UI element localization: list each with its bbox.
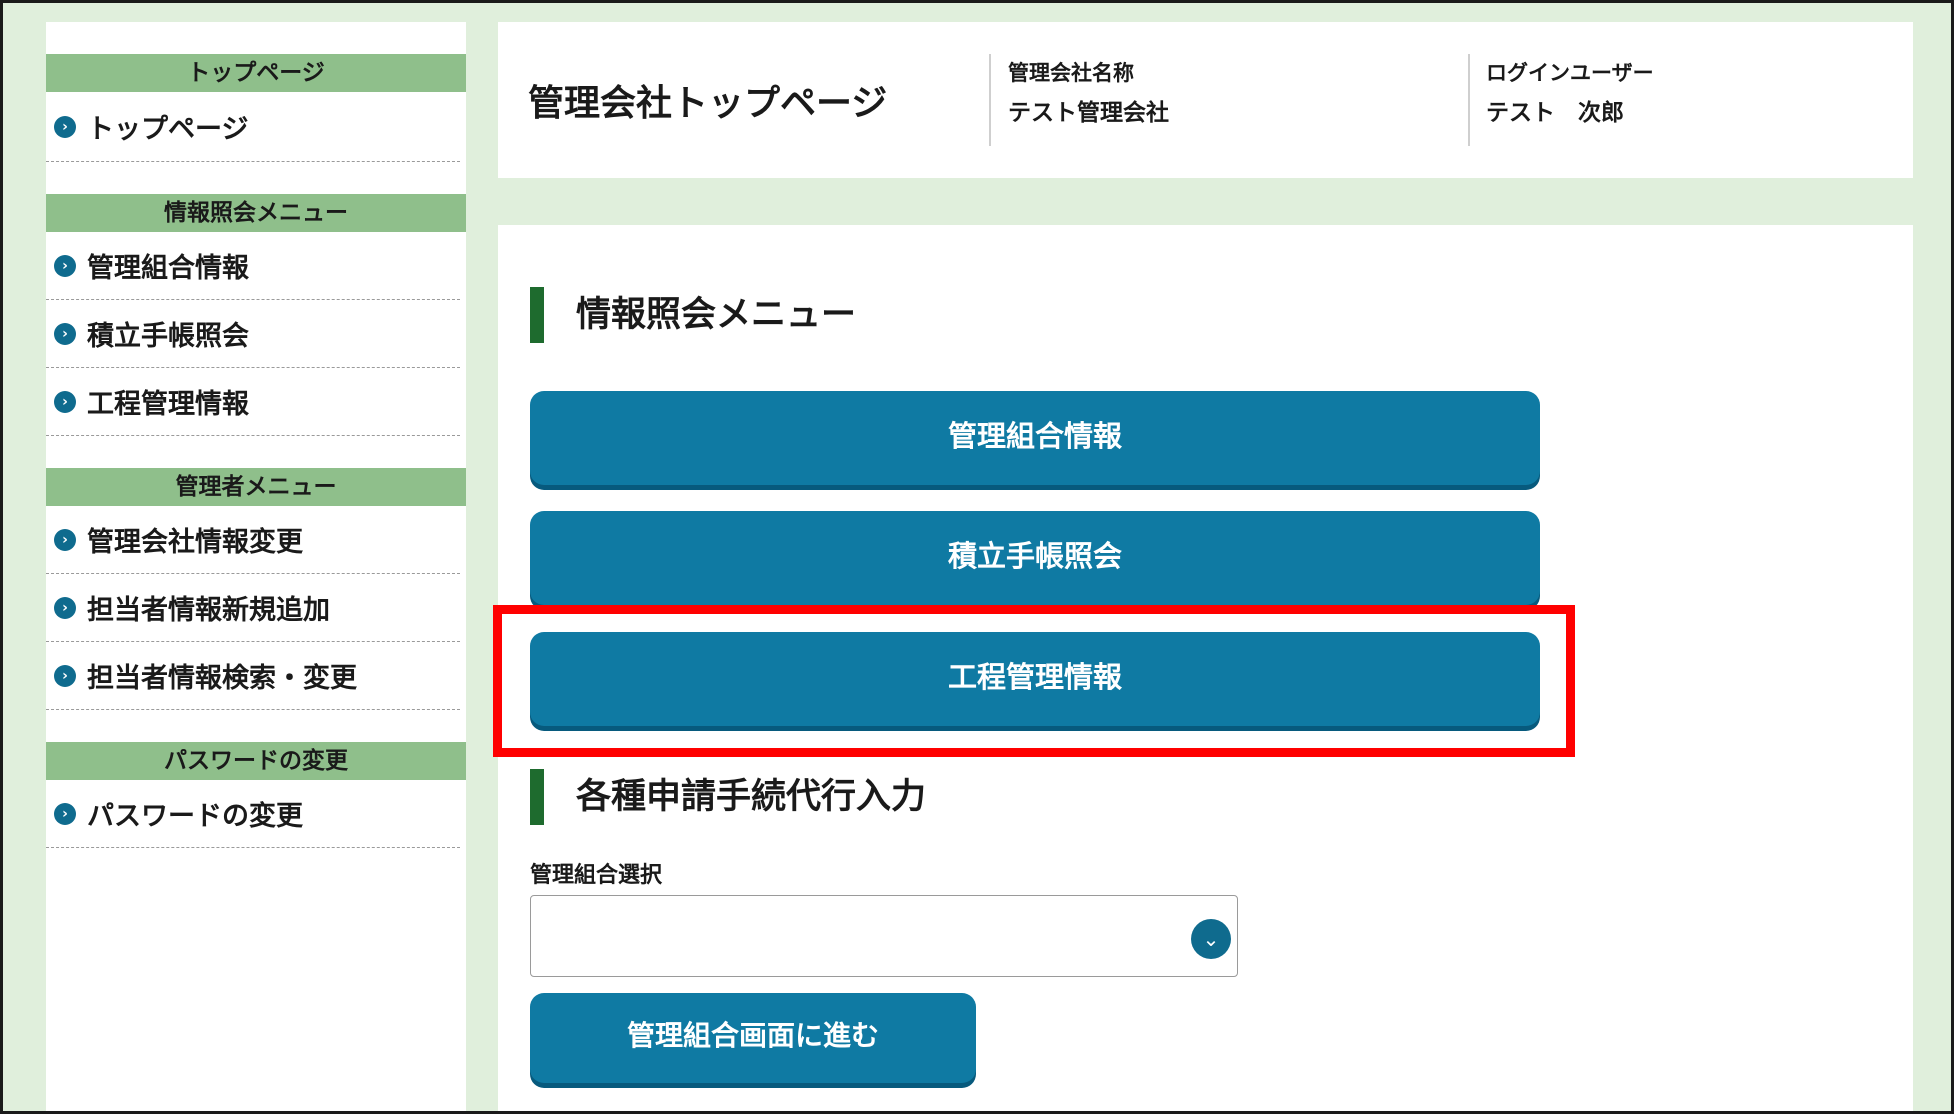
sidebar-item-staff-add[interactable]: › 担当者情報新規追加 (46, 574, 460, 642)
chevron-right-circle-icon: › (54, 802, 76, 825)
chevron-right-circle-icon: › (54, 322, 76, 345)
company-name-label: 管理会社名称 (1008, 61, 1134, 85)
sidebar-item-password[interactable]: › パスワードの変更 (46, 780, 460, 848)
page-title: 管理会社トップページ (528, 83, 888, 124)
sidebar-heading-admin: 管理者メニュー (46, 468, 466, 506)
sidebar-item-label: 積立手帳照会 (87, 321, 249, 352)
sidebar-heading-info: 情報照会メニュー (46, 194, 466, 232)
koutei-info-button[interactable]: 工程管理情報 (530, 632, 1540, 726)
header-divider (989, 54, 991, 146)
sidebar-heading-top: トップページ (46, 54, 466, 92)
go-to-kumiai-button[interactable]: 管理組合画面に進む (530, 993, 976, 1083)
sidebar-item-kumiai-info[interactable]: › 管理組合情報 (46, 232, 460, 300)
chevron-right-circle-icon: › (54, 664, 76, 687)
page-frame: トップページ › トップページ 情報照会メニュー › 管理組合情報 › 積立手帳… (0, 0, 1954, 1114)
sidebar-item-koutei[interactable]: › 工程管理情報 (46, 368, 460, 436)
chevron-right-circle-icon: › (54, 390, 76, 413)
sidebar-item-label: パスワードの変更 (87, 801, 303, 832)
sidebar-item-label: 担当者情報検索・変更 (87, 663, 357, 694)
sidebar-item-label: 工程管理情報 (87, 389, 249, 420)
page-header: 管理会社トップページ 管理会社名称 テスト管理会社 ログインユーザー テスト 次… (498, 22, 1913, 178)
sidebar-item-top-page[interactable]: › トップページ (46, 92, 460, 162)
sidebar-item-label: 管理会社情報変更 (87, 527, 303, 558)
chevron-right-circle-icon: › (54, 596, 76, 619)
kumiai-select-label: 管理組合選択 (530, 863, 663, 888)
sidebar-item-tsumitate[interactable]: › 積立手帳照会 (46, 300, 460, 368)
sidebar-item-label: トップページ (87, 114, 249, 145)
login-user-value: テスト 次郎 (1486, 100, 1624, 126)
sidebar-heading-password: パスワードの変更 (46, 742, 466, 780)
sidebar-item-staff-search[interactable]: › 担当者情報検索・変更 (46, 642, 460, 710)
tsumitate-button[interactable]: 積立手帳照会 (530, 511, 1540, 605)
header-divider (1468, 54, 1470, 146)
login-user-label: ログインユーザー (1486, 61, 1654, 85)
chevron-right-circle-icon: › (54, 115, 76, 138)
sidebar-item-company-change[interactable]: › 管理会社情報変更 (46, 506, 460, 574)
main-content: 情報照会メニュー 管理組合情報 積立手帳照会 工程管理情報 各種申請手続代行入力… (493, 225, 1913, 1111)
kumiai-info-button[interactable]: 管理組合情報 (530, 391, 1540, 485)
sidebar: トップページ › トップページ 情報照会メニュー › 管理組合情報 › 積立手帳… (46, 22, 466, 1111)
sidebar-item-label: 担当者情報新規追加 (87, 595, 330, 626)
company-name-value: テスト管理会社 (1008, 100, 1169, 126)
section-title-info-menu: 情報照会メニュー (530, 287, 856, 343)
section-title-apply: 各種申請手続代行入力 (530, 769, 926, 825)
chevron-right-circle-icon: › (54, 528, 76, 551)
kumiai-select[interactable]: ⌄ (530, 895, 1238, 977)
chevron-right-circle-icon: › (54, 254, 76, 277)
sidebar-item-label: 管理組合情報 (87, 253, 249, 284)
chevron-down-circle-icon: ⌄ (1191, 919, 1231, 959)
